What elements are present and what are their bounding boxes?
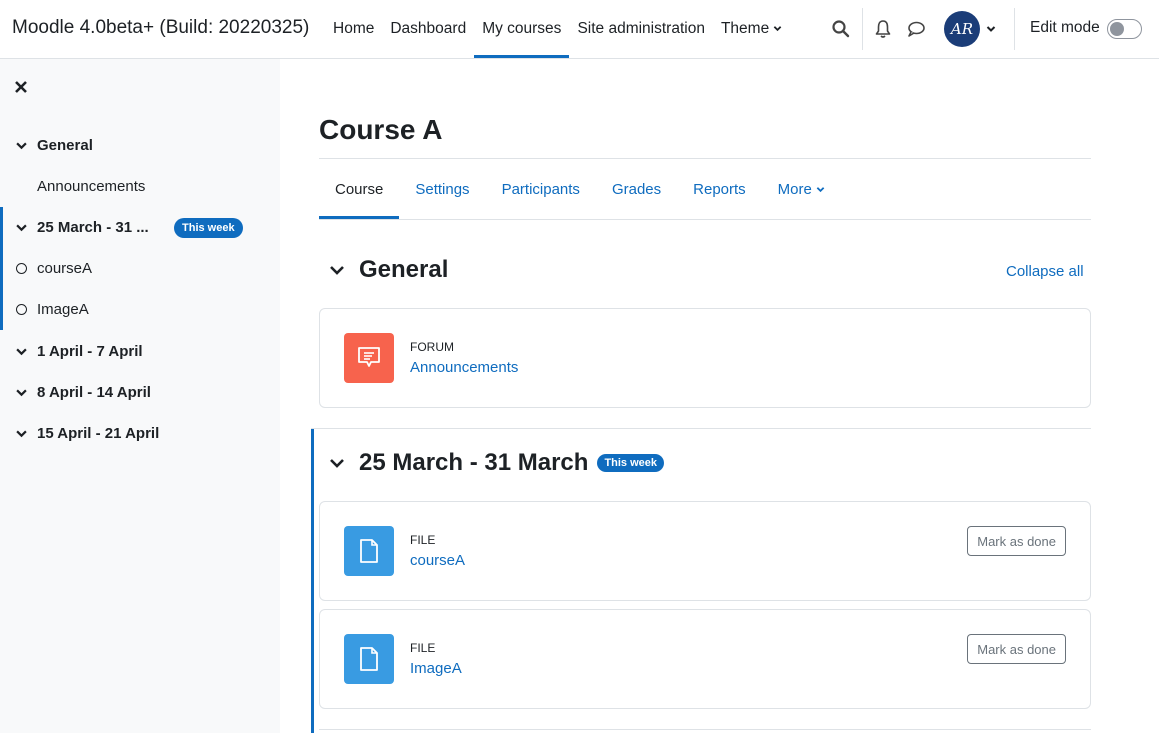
- nav-dashboard[interactable]: Dashboard: [382, 0, 474, 58]
- edit-mode-toggle[interactable]: [1107, 19, 1142, 39]
- nav-theme[interactable]: Theme: [713, 0, 790, 58]
- avatar[interactable]: AR: [944, 11, 980, 47]
- close-icon[interactable]: [14, 80, 28, 94]
- this-week-badge: This week: [174, 217, 243, 238]
- activity-imagea: FILE ImageA Mark as done: [319, 609, 1091, 709]
- current-section-indicator: [311, 429, 314, 733]
- chevron-down-icon[interactable]: [329, 455, 345, 471]
- avatar-initials: AR: [950, 20, 974, 38]
- primary-navigation: Home Dashboard My courses Site administr…: [325, 0, 790, 58]
- course-index-item-imagea[interactable]: ImageA: [0, 289, 280, 330]
- chevron-down-icon: [816, 186, 825, 192]
- section-header-general: General: [319, 256, 448, 284]
- mark-as-done-button[interactable]: Mark as done: [967, 526, 1066, 556]
- file-icon: [360, 647, 378, 671]
- tab-participants[interactable]: Participants: [486, 159, 596, 219]
- forum-icon[interactable]: [344, 333, 394, 383]
- chevron-down-icon[interactable]: [16, 387, 27, 398]
- tab-course[interactable]: Course: [319, 159, 400, 219]
- completion-circle-icon: [16, 304, 27, 315]
- navbar-divider: [1014, 8, 1015, 50]
- forum-icon: [358, 347, 380, 367]
- site-brand[interactable]: Moodle 4.0beta+ (Build: 20220325): [12, 17, 309, 39]
- nav-home[interactable]: Home: [325, 0, 382, 58]
- section-divider: [319, 729, 1091, 730]
- activity-link[interactable]: courseA: [410, 552, 465, 569]
- nav-my-courses[interactable]: My courses: [474, 0, 570, 58]
- activity-link[interactable]: ImageA: [410, 660, 462, 677]
- section-divider: [311, 428, 1091, 429]
- search-icon[interactable]: [831, 19, 851, 39]
- section-title[interactable]: General: [359, 256, 448, 284]
- secondary-navigation: Course Settings Participants Grades Repo…: [319, 159, 841, 219]
- activity-type: FILE: [410, 533, 436, 547]
- activity-coursea: FILE courseA Mark as done: [319, 501, 1091, 601]
- edit-mode-label: Edit mode: [1030, 19, 1100, 36]
- activity-type: FILE: [410, 641, 436, 655]
- course-index-item-label[interactable]: Announcements: [37, 178, 145, 195]
- course-index-item-announcements[interactable]: Announcements: [0, 166, 280, 207]
- page-title: Course A: [319, 114, 443, 145]
- course-index-item-label[interactable]: ImageA: [37, 301, 89, 318]
- tab-more-label: More: [777, 180, 812, 198]
- this-week-badge: This week: [597, 454, 665, 472]
- nav-theme-label: Theme: [720, 19, 770, 37]
- tab-reports[interactable]: Reports: [677, 159, 762, 219]
- top-navbar: Moodle 4.0beta+ (Build: 20220325) Home D…: [0, 0, 1159, 59]
- file-icon: [360, 539, 378, 563]
- nav-site-administration[interactable]: Site administration: [569, 0, 713, 58]
- chevron-down-icon[interactable]: [16, 428, 27, 439]
- course-index-item-label[interactable]: courseA: [37, 260, 92, 277]
- activity-link[interactable]: Announcements: [410, 359, 518, 376]
- course-index-section-april-8[interactable]: 8 April - 14 April: [0, 372, 280, 413]
- collapse-all-link[interactable]: Collapse all: [1006, 263, 1084, 280]
- tab-more[interactable]: More: [762, 159, 841, 219]
- chevron-down-icon: [773, 26, 782, 32]
- divider: [319, 219, 1091, 220]
- course-index-section-label[interactable]: 15 April - 21 April: [37, 425, 159, 442]
- course-index-section-label[interactable]: General: [37, 137, 93, 154]
- chevron-down-icon[interactable]: [986, 24, 996, 34]
- message-icon[interactable]: [906, 20, 926, 38]
- completion-circle-icon: [16, 263, 27, 274]
- chevron-down-icon[interactable]: [329, 262, 345, 278]
- course-index-item-coursea[interactable]: courseA: [0, 248, 280, 289]
- course-index-section-label[interactable]: 25 March - 31 ...: [37, 219, 149, 236]
- navbar-divider: [862, 8, 863, 50]
- main-content: Course A Course Settings Participants Gr…: [280, 59, 1159, 733]
- course-index-section-label[interactable]: 1 April - 7 April: [37, 343, 143, 360]
- mark-as-done-button[interactable]: Mark as done: [967, 634, 1066, 664]
- tab-settings[interactable]: Settings: [399, 159, 485, 219]
- course-index-section-april-15[interactable]: 15 April - 21 April: [0, 413, 280, 454]
- section-title[interactable]: 25 March - 31 March: [359, 449, 588, 477]
- course-index-drawer: General Announcements 25 March - 31 ... …: [0, 59, 280, 733]
- course-index-section-general[interactable]: General: [0, 125, 280, 166]
- bell-icon[interactable]: [874, 19, 892, 39]
- file-icon[interactable]: [344, 634, 394, 684]
- chevron-down-icon[interactable]: [16, 346, 27, 357]
- course-index-section-this-week[interactable]: 25 March - 31 ... This week: [0, 207, 280, 248]
- section-header-this-week: 25 March - 31 March This week: [319, 449, 665, 477]
- course-index-section-april-1[interactable]: 1 April - 7 April: [0, 331, 280, 372]
- course-index-section-label[interactable]: 8 April - 14 April: [37, 384, 151, 401]
- tab-grades[interactable]: Grades: [596, 159, 677, 219]
- activity-announcements: FORUM Announcements: [319, 308, 1091, 408]
- file-icon[interactable]: [344, 526, 394, 576]
- chevron-down-icon[interactable]: [16, 140, 27, 151]
- activity-type: FORUM: [410, 340, 454, 354]
- toggle-knob: [1110, 22, 1124, 36]
- chevron-down-icon[interactable]: [16, 222, 27, 233]
